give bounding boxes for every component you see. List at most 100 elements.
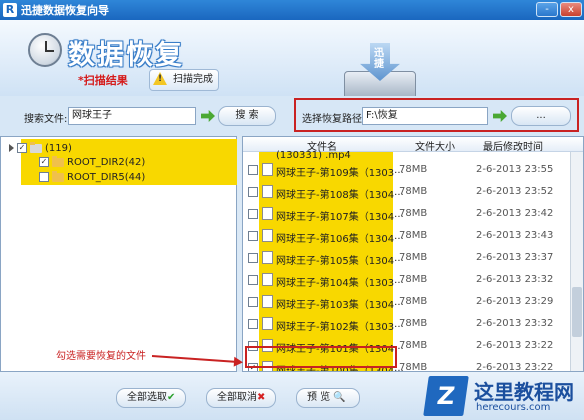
file-row-checkbox[interactable] xyxy=(248,319,258,329)
tree-item-root-dir5[interactable]: ROOT_DIR5(44) xyxy=(39,170,145,184)
scrollbar-thumb[interactable] xyxy=(572,287,582,337)
file-modified: 2-6-2013 23:29 xyxy=(476,296,554,307)
folder-icon xyxy=(52,170,64,182)
tree-item-label: ROOT_DIR5(44) xyxy=(67,171,146,183)
file-name: 网球王子-第109集（1303··· xyxy=(276,168,404,179)
file-modified: 2-6-2013 23:52 xyxy=(476,186,554,197)
file-row[interactable]: 网球王子-第108集（1304··· 78MB 2-6-2013 23:52 xyxy=(243,183,571,201)
document-icon xyxy=(262,185,273,198)
selected-file-highlight xyxy=(245,346,397,368)
document-icon xyxy=(262,317,273,330)
annotation-text: 勾选需要恢复的文件 xyxy=(56,351,146,362)
file-size: 78MB xyxy=(399,296,428,307)
magnifier-icon: 🔍 xyxy=(330,392,346,403)
file-row-checkbox[interactable] xyxy=(248,275,258,285)
file-name: (130331) .mp4 xyxy=(276,150,351,161)
recovery-path-highlight xyxy=(294,98,579,132)
file-size: 78MB xyxy=(399,164,428,175)
file-size: 78MB xyxy=(399,186,428,197)
folder-icon xyxy=(52,155,64,167)
file-row[interactable]: 网球王子-第109集（1303··· 78MB 2-6-2013 23:55 xyxy=(243,161,571,179)
scan-done-label: 扫描完成 xyxy=(173,74,213,85)
file-size: 78MB xyxy=(399,230,428,241)
go-arrow-icon[interactable] xyxy=(201,110,215,122)
file-row-checkbox[interactable] xyxy=(248,165,258,175)
file-modified: 2-6-2013 23:43 xyxy=(476,230,554,241)
tree-root-checkbox[interactable]: ✓ xyxy=(17,143,27,153)
file-row-checkbox[interactable] xyxy=(248,253,258,263)
file-name: 网球王子-第102集（1303··· xyxy=(276,322,404,333)
file-modified: 2-6-2013 23:22 xyxy=(476,340,554,351)
file-row[interactable]: 网球王子-第103集（1304··· 78MB 2-6-2013 23:29 xyxy=(243,293,571,311)
select-all-button[interactable]: 全部选取✔ xyxy=(116,388,186,408)
warning-icon: ! xyxy=(153,72,167,85)
tree-item-checkbox[interactable] xyxy=(39,172,49,182)
file-modified: 2-6-2013 23:32 xyxy=(476,274,554,285)
document-icon xyxy=(262,229,273,242)
file-size: 78MB xyxy=(399,362,428,372)
check-icon: ✔ xyxy=(167,392,176,403)
tree-item-checkbox[interactable]: ✓ xyxy=(39,157,49,167)
file-row[interactable]: 网球王子-第102集（1303··· 78MB 2-6-2013 23:32 xyxy=(243,315,571,333)
file-name: 网球王子-第106集（1304··· xyxy=(276,234,404,245)
file-row[interactable]: 网球王子-第106集（1304··· 78MB 2-6-2013 23:43 xyxy=(243,227,571,245)
file-row-checkbox[interactable] xyxy=(248,231,258,241)
drive-label: 迅捷 xyxy=(374,48,384,70)
file-modified: 2-6-2013 23:22 xyxy=(476,362,554,372)
header-banner: 数据恢复 *扫描结果 扫描完成 ! 迅捷 xyxy=(0,20,584,101)
vertical-scrollbar[interactable] xyxy=(570,152,583,371)
watermark-name: 这里教程网 xyxy=(474,380,574,404)
file-modified: 2-6-2013 23:37 xyxy=(476,252,554,263)
search-button[interactable]: 搜 索 xyxy=(218,106,276,126)
minimize-button[interactable]: - xyxy=(536,2,558,17)
app-icon: R xyxy=(3,3,17,17)
document-icon xyxy=(262,251,273,264)
watermark-logo: Z xyxy=(423,376,469,416)
search-input[interactable]: 网球王子 xyxy=(68,107,196,125)
drive-icon xyxy=(30,141,42,153)
document-icon xyxy=(262,163,273,176)
file-name: 网球王子-第108集（1304··· xyxy=(276,190,404,201)
preview-label: 预 览 xyxy=(307,392,331,403)
file-name: 网球王子-第103集（1304··· xyxy=(276,300,404,311)
file-row[interactable]: 网球王子-第104集（1303··· 78MB 2-6-2013 23:32 xyxy=(243,271,571,289)
watermark-url: herecours.com xyxy=(476,402,551,413)
file-modified: 2-6-2013 23:32 xyxy=(476,318,554,329)
file-name: 网球王子-第104集（1303··· xyxy=(276,278,404,289)
folder-tree: ✓ (119) ✓ ROOT_DIR2(42) ROOT_DIR5(44) xyxy=(0,136,237,372)
file-row[interactable]: 网球王子-第105集（1304··· 78MB 2-6-2013 23:37 xyxy=(243,249,571,267)
file-size: 78MB xyxy=(399,274,428,285)
file-modified: 2-6-2013 23:42 xyxy=(476,208,554,219)
file-size: 78MB xyxy=(399,208,428,219)
tree-root[interactable]: ✓ (119) xyxy=(9,141,72,155)
file-row-partial[interactable]: (130331) .mp4 xyxy=(243,149,571,161)
scan-result-label: *扫描结果 xyxy=(78,74,128,87)
file-row-checkbox[interactable] xyxy=(248,187,258,197)
watermark: Z 这里教程网 herecours.com xyxy=(423,374,584,420)
cancel-all-label: 全部取消 xyxy=(217,392,257,403)
file-row-checkbox[interactable] xyxy=(248,297,258,307)
title-bar: R 迅捷数据恢复向导 - x xyxy=(0,0,584,20)
document-icon xyxy=(262,207,273,220)
file-row[interactable]: 网球王子-第107集（1304··· 78MB 2-6-2013 23:42 xyxy=(243,205,571,223)
file-name: 网球王子-第107集（1304··· xyxy=(276,212,404,223)
tree-item-root-dir2[interactable]: ✓ ROOT_DIR2(42) xyxy=(39,155,145,169)
file-size: 78MB xyxy=(399,340,428,351)
cross-icon: ✖ xyxy=(257,392,266,403)
tree-root-label: (119) xyxy=(45,142,72,154)
file-name: 网球王子-第105集（1304··· xyxy=(276,256,404,267)
file-row-checkbox[interactable] xyxy=(248,209,258,219)
file-size: 78MB xyxy=(399,252,428,263)
file-list: 文件名 文件大小 最后修改时间 (130331) .mp4 网球王子-第109集… xyxy=(242,136,584,372)
file-size: 78MB xyxy=(399,318,428,329)
document-icon xyxy=(262,295,273,308)
preview-button[interactable]: 预 览 🔍 xyxy=(296,388,360,408)
window-title: 迅捷数据恢复向导 xyxy=(21,4,109,17)
expand-icon[interactable] xyxy=(9,144,14,152)
close-button[interactable]: x xyxy=(560,2,582,17)
tree-item-label: ROOT_DIR2(42) xyxy=(67,156,146,168)
document-icon xyxy=(262,273,273,286)
select-all-label: 全部选取 xyxy=(127,392,167,403)
cancel-all-button[interactable]: 全部取消✖ xyxy=(206,388,276,408)
file-modified: 2-6-2013 23:55 xyxy=(476,164,554,175)
